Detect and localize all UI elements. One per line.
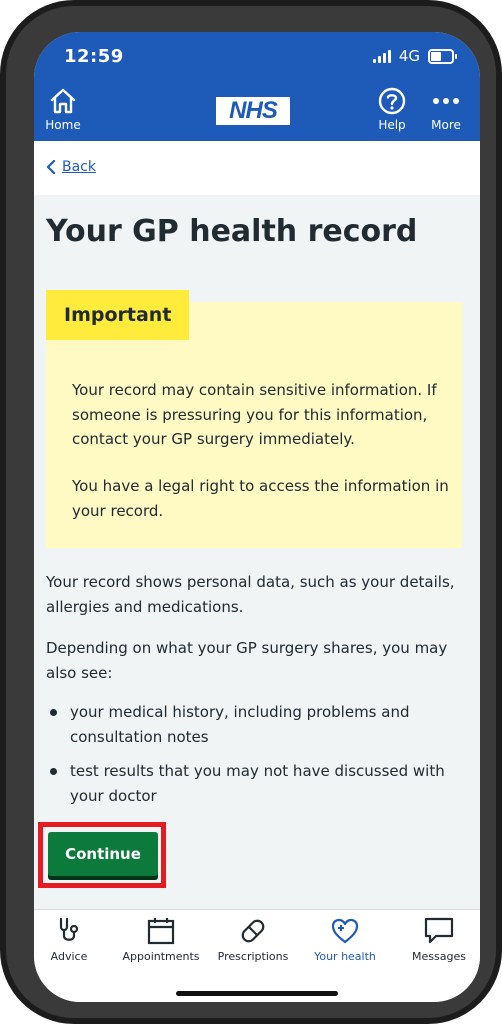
heart-plus-icon [331,918,359,944]
shares-description: Depending on what your GP surgery shares… [46,639,448,682]
help-button[interactable]: Help [372,86,412,132]
home-button[interactable]: Home [44,86,82,132]
app-screen: 12:59 4G Home NHS Help More Back Your GP… [34,32,480,1002]
help-icon [378,87,406,115]
list-item: test results that you may not have discu… [46,759,456,808]
tab-label: Prescriptions [217,950,289,963]
home-label: Home [45,118,81,132]
home-icon [50,88,76,114]
tab-label: Your health [314,950,376,963]
status-time: 12:59 [64,46,124,67]
continue-button[interactable]: Continue [48,832,158,876]
more-button[interactable]: More [426,86,466,132]
tab-label: Appointments [122,950,200,963]
important-label: Important [46,290,190,340]
help-label: Help [378,118,406,132]
bottom-tab-bar: Advice Appointments Prescriptions Your h… [34,909,480,1002]
home-indicator[interactable] [176,991,338,996]
tab-label: Advice [50,950,88,963]
network-type: 4G [398,47,420,65]
pill-icon [241,919,265,943]
calendar-icon [147,918,175,945]
phone-bezel: 12:59 4G Home NHS Help More Back Your GP… [6,6,496,1018]
phone-frame: 12:59 4G Home NHS Help More Back Your GP… [0,0,502,1024]
important-callout: Important Your record may contain sensit… [46,290,462,548]
page-title: Your GP health record [46,214,418,249]
chevron-left-icon [46,160,56,174]
top-header: 12:59 4G Home NHS Help More [34,32,480,141]
tab-advice[interactable]: Advice [34,916,114,963]
back-label: Back [62,159,96,175]
tab-your-health[interactable]: Your health [300,916,390,963]
nhs-logo: NHS [216,97,290,125]
warning-text-legal-right: You have a legal right to access the inf… [72,477,449,520]
tab-messages[interactable]: Messages [394,916,480,963]
record-description: Your record shows personal data, such as… [46,573,455,616]
tab-prescriptions[interactable]: Prescriptions [208,916,298,963]
message-icon [424,917,454,944]
back-bar: Back [34,141,480,195]
list-item: your medical history, including problems… [46,700,456,749]
more-dots-icon [433,98,459,104]
signal-icon [372,49,391,63]
tab-appointments[interactable]: Appointments [116,916,206,963]
battery-icon [428,48,457,64]
status-icons: 4G [372,47,457,65]
stethoscope-icon [59,917,79,941]
warning-text-sensitive: Your record may contain sensitive inform… [72,381,437,448]
tab-label: Messages [412,950,466,963]
back-link[interactable]: Back [46,159,96,175]
more-label: More [431,118,461,132]
record-contents-list: your medical history, including problems… [46,700,456,818]
